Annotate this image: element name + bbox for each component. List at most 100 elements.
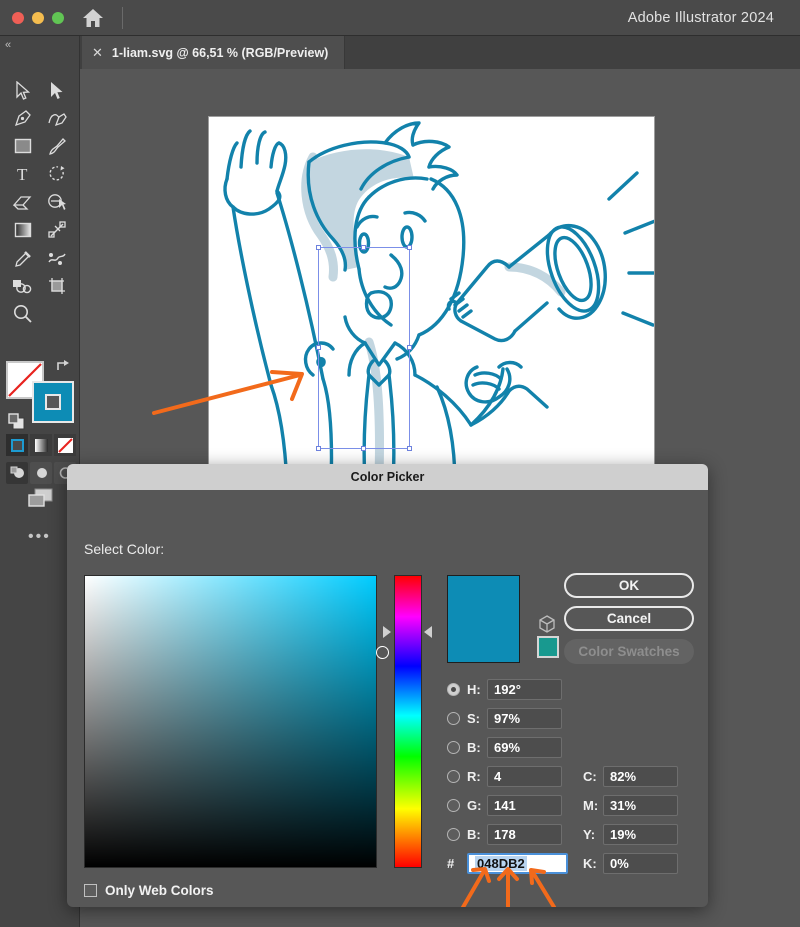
selection-handle[interactable] bbox=[407, 446, 412, 451]
select-color-label: Select Color: bbox=[84, 541, 165, 557]
hex-field[interactable]: 048DB2 bbox=[467, 852, 568, 874]
green-radio[interactable] bbox=[447, 798, 460, 812]
selection-handle[interactable] bbox=[407, 345, 412, 350]
magenta-label: M: bbox=[583, 797, 599, 813]
selection-handle[interactable] bbox=[316, 245, 321, 250]
hue-radio[interactable] bbox=[447, 682, 460, 696]
blue-label: B: bbox=[467, 826, 481, 842]
svg-text:T: T bbox=[17, 165, 28, 183]
rotate-tool[interactable] bbox=[40, 160, 74, 188]
red-radio[interactable] bbox=[447, 769, 460, 783]
out-of-gamut-swatch[interactable] bbox=[537, 636, 559, 658]
tool-grid: T bbox=[6, 76, 74, 328]
ok-button[interactable]: OK bbox=[564, 573, 694, 598]
saturation-field[interactable]: 97% bbox=[487, 707, 562, 729]
symbol-sprayer-tool[interactable] bbox=[40, 244, 74, 272]
drawing-mode-buttons bbox=[6, 462, 76, 484]
hue-field[interactable]: 192° bbox=[487, 678, 562, 700]
cancel-button[interactable]: Cancel bbox=[564, 606, 694, 631]
red-field[interactable]: 4 bbox=[487, 765, 562, 787]
draw-behind-button[interactable] bbox=[30, 462, 52, 484]
window-title-bar: Adobe Illustrator 2024 bbox=[0, 0, 800, 36]
draw-normal-button[interactable] bbox=[6, 462, 28, 484]
hue-label: H: bbox=[467, 681, 481, 697]
shape-builder-tool[interactable] bbox=[40, 188, 74, 216]
cyan-field[interactable]: 82% bbox=[603, 765, 678, 787]
green-field-row: G: 141 bbox=[447, 794, 562, 816]
fill-swatch-inner bbox=[45, 394, 61, 410]
close-window-button[interactable] bbox=[12, 12, 24, 24]
paintbrush-tool[interactable] bbox=[40, 132, 74, 160]
artboard-tool[interactable] bbox=[6, 272, 40, 300]
artboard[interactable] bbox=[208, 116, 655, 484]
blue-field[interactable]: 178 bbox=[487, 823, 562, 845]
selection-tool[interactable] bbox=[6, 76, 40, 104]
selection-handle[interactable] bbox=[316, 345, 321, 350]
maximize-window-button[interactable] bbox=[52, 12, 64, 24]
eyedropper-tool[interactable] bbox=[6, 244, 40, 272]
red-label: R: bbox=[467, 768, 481, 784]
fill-stroke-controls bbox=[6, 359, 74, 430]
color-preview-swatch bbox=[447, 575, 520, 663]
blue-field-row: B: 178 bbox=[447, 823, 562, 845]
pen-tool[interactable] bbox=[6, 104, 40, 132]
gradient-tool[interactable] bbox=[6, 216, 40, 244]
more-tools-icon[interactable]: ••• bbox=[28, 528, 51, 546]
selection-handle[interactable] bbox=[361, 245, 366, 250]
yellow-field[interactable]: 19% bbox=[603, 823, 678, 845]
color-mode-icon bbox=[10, 438, 24, 452]
selection-handle[interactable] bbox=[407, 245, 412, 250]
yellow-label: Y: bbox=[583, 826, 596, 842]
only-web-colors-row[interactable]: Only Web Colors bbox=[84, 883, 214, 898]
minimize-window-button[interactable] bbox=[32, 12, 44, 24]
cyan-field-row: C: 82% bbox=[583, 765, 678, 787]
brightness-field[interactable]: 69% bbox=[487, 736, 562, 758]
slice-tool[interactable] bbox=[40, 272, 74, 300]
collapse-panel-icon[interactable]: « bbox=[5, 39, 11, 51]
brightness-field-row: B: 69% bbox=[447, 736, 562, 758]
gradient-mode-icon bbox=[34, 438, 48, 452]
zoom-tool[interactable] bbox=[6, 300, 40, 328]
selection-bounding-box[interactable] bbox=[316, 245, 412, 451]
hue-slider-handle-right[interactable] bbox=[424, 626, 432, 638]
free-transform-tool[interactable] bbox=[40, 216, 74, 244]
gradient-mode-button[interactable] bbox=[30, 434, 52, 456]
saturation-brightness-field[interactable] bbox=[84, 575, 389, 868]
traffic-light-buttons bbox=[12, 12, 64, 24]
eraser-tool[interactable] bbox=[6, 188, 40, 216]
none-mode-button[interactable] bbox=[54, 434, 76, 456]
home-icon[interactable] bbox=[82, 8, 104, 28]
color-picker-dialog[interactable]: Color Picker Select Color: OK Cancel Col… bbox=[67, 464, 708, 907]
magenta-field[interactable]: 31% bbox=[603, 794, 678, 816]
only-web-colors-checkbox[interactable] bbox=[84, 884, 97, 897]
curvature-tool[interactable] bbox=[40, 104, 74, 132]
hue-slider[interactable] bbox=[394, 575, 422, 868]
cyan-label: C: bbox=[583, 768, 597, 784]
selection-handle[interactable] bbox=[316, 446, 321, 451]
app-title: Adobe Illustrator 2024 bbox=[627, 10, 774, 26]
direct-selection-tool[interactable] bbox=[40, 76, 74, 104]
document-tab[interactable]: ✕ 1-liam.svg @ 66,51 % (RGB/Preview) bbox=[82, 36, 346, 69]
brightness-radio[interactable] bbox=[447, 740, 460, 754]
green-field[interactable]: 141 bbox=[487, 794, 562, 816]
swap-fill-stroke-icon[interactable] bbox=[56, 359, 71, 375]
fill-swatch[interactable] bbox=[32, 381, 74, 423]
saturation-field-row: S: 97% bbox=[447, 707, 562, 729]
3d-cube-icon[interactable] bbox=[538, 615, 556, 638]
hue-slider-handle-left[interactable] bbox=[383, 626, 391, 638]
default-fill-stroke-icon[interactable] bbox=[8, 413, 25, 435]
color-swatches-button[interactable]: Color Swatches bbox=[564, 639, 694, 664]
selection-handle[interactable] bbox=[361, 446, 366, 451]
only-web-colors-label: Only Web Colors bbox=[105, 883, 214, 898]
color-mode-button[interactable] bbox=[6, 434, 28, 456]
color-field-marker[interactable] bbox=[376, 646, 389, 659]
type-tool[interactable]: T bbox=[6, 160, 40, 188]
hex-field-row: # 048DB2 bbox=[447, 852, 568, 874]
black-field[interactable]: 0% bbox=[603, 852, 678, 874]
rectangle-tool[interactable] bbox=[6, 132, 40, 160]
screen-mode-icon[interactable] bbox=[28, 488, 54, 513]
close-icon[interactable]: ✕ bbox=[92, 46, 103, 59]
blue-radio[interactable] bbox=[447, 827, 460, 841]
saturation-label: S: bbox=[467, 710, 480, 726]
saturation-radio[interactable] bbox=[447, 711, 460, 725]
